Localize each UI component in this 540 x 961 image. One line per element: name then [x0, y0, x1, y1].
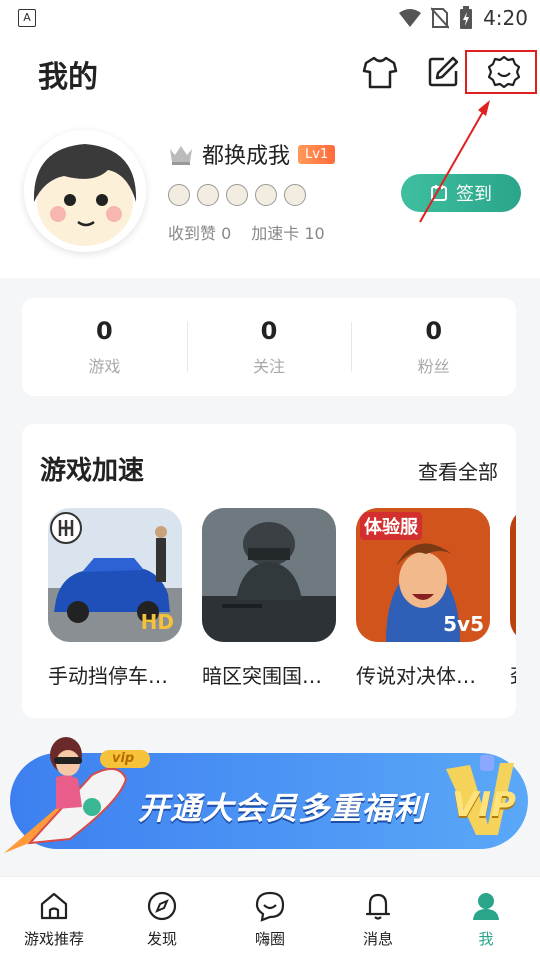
edit-icon [428, 56, 459, 87]
tab-me[interactable]: 我 [432, 877, 540, 961]
medal-icon[interactable] [197, 184, 219, 206]
checkin-button[interactable]: 签到 [401, 174, 521, 212]
no-sim-icon [431, 7, 450, 29]
game-item[interactable]: HD 手动挡停车… [48, 508, 184, 689]
game-icon-parking[interactable]: HD [48, 508, 182, 642]
status-bar: A 4:20 [0, 0, 540, 36]
game-accel-card: 游戏加速 查看全部 HD 手动挡停车… 暗区突围国… 体验服 5v5 传说对决体… [22, 424, 516, 718]
page-title: 我的 [38, 60, 98, 95]
game-icon-basketball[interactable] [510, 508, 516, 642]
cartoon-face-avatar [24, 130, 146, 252]
vip-banner[interactable]: vip 开通大会员多重福利 VIP [0, 735, 540, 860]
chat-icon [255, 891, 285, 922]
bottom-tab-bar: 游戏推荐 发现 嗨圈 消息 我 [0, 876, 540, 961]
tab-community[interactable]: 嗨圈 [216, 877, 324, 961]
stat-label: 粉丝 [417, 357, 450, 376]
stat-following[interactable]: 0 关注 [186, 298, 352, 396]
medal-icon[interactable] [168, 184, 190, 206]
stat-games[interactable]: 0 游戏 [22, 298, 187, 396]
section-title: 游戏加速 [40, 456, 145, 486]
tab-label: 游戏推荐 [23, 929, 84, 948]
profile-section: 都换成我 Lv1 收到赞 0 加速卡 10 签到 [0, 108, 540, 278]
bell-icon [365, 893, 391, 920]
banner-vip-mark: VIP [452, 785, 516, 825]
level-badge: Lv1 [298, 144, 336, 164]
tab-messages[interactable]: 消息 [324, 877, 432, 961]
trial-server-badge: 体验服 [360, 512, 422, 540]
game-item[interactable]: 劲 [510, 508, 516, 689]
game-name: 传说对决体… [356, 664, 476, 688]
edit-button[interactable] [423, 52, 463, 92]
tab-home[interactable]: 游戏推荐 [0, 877, 108, 961]
wifi-icon [399, 9, 422, 27]
checkin-label: 签到 [456, 184, 492, 205]
avatar[interactable] [24, 130, 146, 252]
tab-label: 消息 [362, 929, 393, 948]
settings-highlight-box [465, 50, 537, 94]
tab-label: 嗨圈 [254, 929, 285, 948]
basketball-game-art [510, 508, 516, 642]
stat-fans[interactable]: 0 粉丝 [351, 298, 516, 396]
stats-card: 0 游戏 0 关注 0 粉丝 [22, 298, 516, 396]
hd-badge: HD [140, 610, 174, 634]
username-row: 都换成我 Lv1 [168, 138, 336, 170]
username: 都换成我 [202, 144, 291, 169]
medal-icon[interactable] [284, 184, 306, 206]
5v5-badge: 5v5 [443, 612, 484, 636]
game-item[interactable]: 体验服 5v5 传说对决体… [356, 508, 492, 689]
view-all-link[interactable]: 查看全部 [418, 456, 498, 485]
stat-label: 关注 [253, 357, 286, 376]
clock: 4:20 [483, 6, 528, 30]
tab-discover[interactable]: 发现 [108, 877, 216, 961]
banner-text: 开通大会员多重福利 [138, 791, 426, 827]
person-icon [473, 892, 499, 920]
app-notification-icon: A [18, 9, 36, 27]
stat-label: 游戏 [88, 357, 121, 376]
calendar-icon [431, 185, 447, 201]
medal-icon[interactable] [226, 184, 248, 206]
game-item[interactable]: 暗区突围国… [202, 508, 338, 689]
crown-icon [170, 146, 192, 165]
soldier-game-art [202, 508, 336, 642]
game-list: HD 手动挡停车… 暗区突围国… 体验服 5v5 传说对决体… [48, 508, 516, 689]
medal-row [168, 184, 306, 206]
home-icon [40, 892, 68, 919]
banner-tag: vip [112, 751, 135, 766]
compass-icon [147, 891, 177, 920]
outfit-button[interactable] [360, 52, 400, 92]
tab-label: 我 [478, 929, 494, 948]
stat-value: 0 [425, 317, 443, 345]
medal-icon[interactable] [255, 184, 277, 206]
page-header: 我的 [0, 36, 540, 108]
boost-cards: 加速卡 10 [251, 224, 325, 243]
profile-stats-line: 收到赞 0 加速卡 10 [168, 220, 325, 244]
game-name: 手动挡停车… [48, 664, 168, 688]
tshirt-icon [362, 56, 398, 89]
likes-received: 收到赞 0 [168, 224, 232, 243]
game-icon-arena-of-valor[interactable]: 体验服 5v5 [356, 508, 490, 642]
game-name: 劲 [510, 660, 516, 689]
game-icon-arena[interactable] [202, 508, 336, 642]
stat-value: 0 [95, 317, 113, 345]
stat-value: 0 [260, 317, 278, 345]
tab-label: 发现 [146, 929, 177, 948]
game-name: 暗区突围国… [202, 664, 322, 688]
battery-charging-icon [460, 6, 473, 29]
